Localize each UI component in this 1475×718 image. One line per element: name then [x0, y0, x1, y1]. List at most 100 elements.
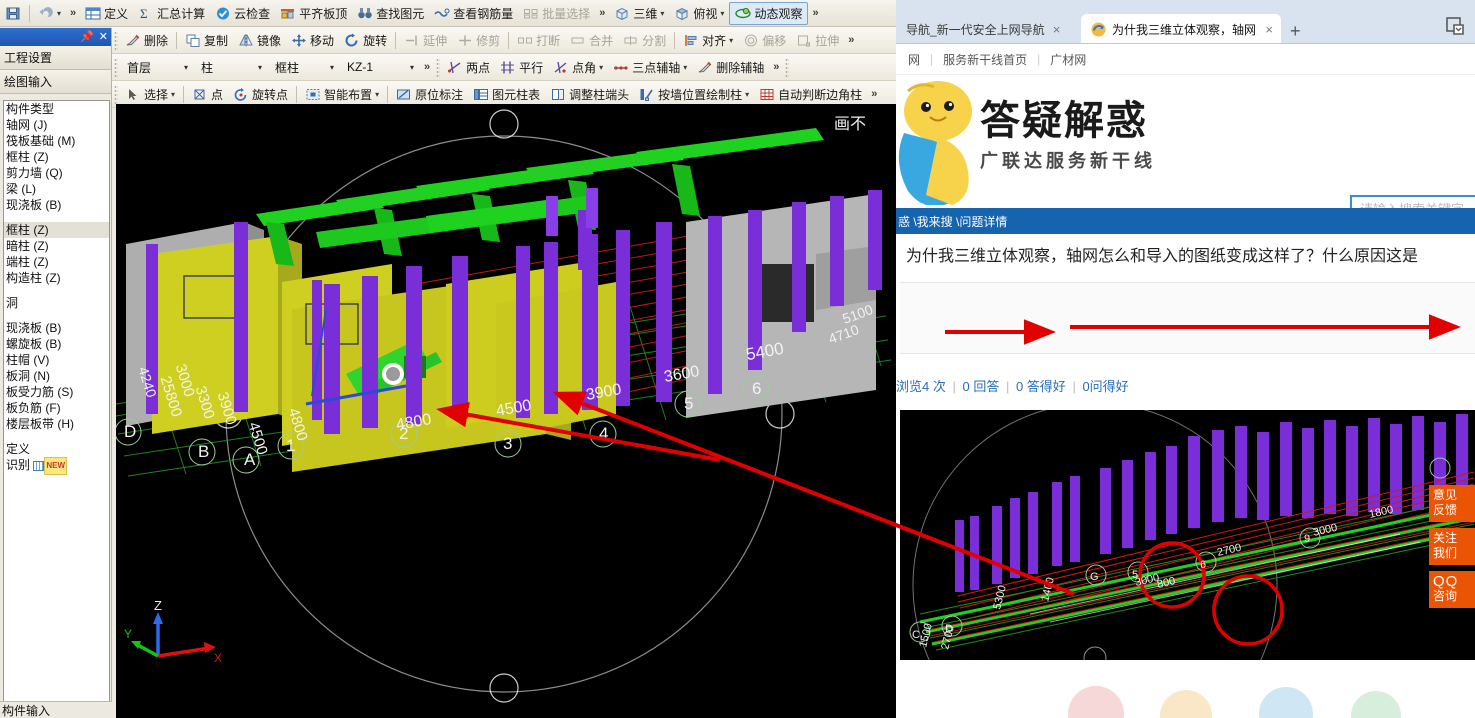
- tree-item-axis-net[interactable]: 轴网 (J): [4, 117, 109, 133]
- tree-item-frame-column-1[interactable]: 框柱 (Z): [4, 149, 109, 165]
- toolbar-grip[interactable]: [114, 84, 118, 104]
- close-icon[interactable]: ✕: [99, 31, 108, 43]
- toolbar-item-view-rebar-qty[interactable]: 查看钢筋量: [429, 2, 518, 25]
- subtype-select[interactable]: 框柱 ▾: [268, 58, 338, 77]
- toolbar-item-merge[interactable]: 合并: [565, 29, 618, 52]
- toolbar-item-offset[interactable]: 偏移: [738, 29, 791, 52]
- chevron-down-icon[interactable]: ▾: [599, 63, 603, 72]
- feedback-widget[interactable]: 意见 反馈: [1429, 485, 1475, 522]
- undo-caret[interactable]: ▾: [57, 9, 61, 18]
- tree-item-floor-slab-band[interactable]: 楼层板带 (H): [4, 416, 109, 432]
- tree-item-slab-negative-rebar[interactable]: 板负筋 (F): [4, 400, 109, 416]
- topbar-link-gcw[interactable]: 广材网: [1040, 51, 1096, 68]
- toolbar-item-mirror[interactable]: 镜像: [233, 29, 286, 52]
- close-icon[interactable]: ×: [1053, 22, 1061, 37]
- toolbar-item-stretch[interactable]: 拉伸: [791, 29, 844, 52]
- toolbar-item-draw-column-by-wall[interactable]: 按墙位置绘制柱 ▾: [634, 83, 754, 106]
- tree-item-shear-wall[interactable]: 剪力墙 (Q): [4, 165, 109, 181]
- tree-item-raft-foundation[interactable]: 筏板基础 (M): [4, 133, 109, 149]
- qq-widget[interactable]: QQ 咨询: [1429, 571, 1475, 608]
- chevron-down-icon[interactable]: ▾: [184, 63, 188, 72]
- ribbon-overflow-2[interactable]: »: [844, 34, 858, 46]
- tree-item-beam[interactable]: 梁 (L): [4, 181, 109, 197]
- toolbar-item-top-view[interactable]: 俯视 ▾: [669, 2, 729, 25]
- chevron-down-icon[interactable]: ▾: [410, 63, 414, 72]
- category-select[interactable]: 柱 ▾: [194, 58, 266, 77]
- toolbar-item-cloud-check[interactable]: 云检查: [210, 2, 275, 25]
- ribbon-overflow-1b[interactable]: »: [808, 7, 822, 19]
- toolbar-item-rotate-point[interactable]: 旋转点: [228, 83, 293, 106]
- pin-icon[interactable]: 📌: [80, 31, 94, 43]
- toolbar-item-batch-select[interactable]: 批量选择: [518, 2, 595, 25]
- chevron-down-icon[interactable]: ▾: [729, 36, 733, 45]
- toolbar-item-in-situ-annotation[interactable]: 原位标注: [391, 83, 468, 106]
- follow-widget[interactable]: 关注 我们: [1429, 528, 1475, 565]
- toolbar-grip[interactable]: [114, 30, 118, 50]
- tree-item-spiral-slab[interactable]: 螺旋板 (B): [4, 336, 109, 352]
- toolbar-item-3d-view[interactable]: 三维 ▾: [609, 2, 669, 25]
- toolbar-item-delete[interactable]: 删除: [120, 29, 173, 52]
- dock-button-project-settings[interactable]: 工程设置: [0, 46, 111, 70]
- close-icon[interactable]: ×: [1265, 22, 1273, 37]
- tree-item-slab-main-rebar[interactable]: 板受力筋 (S): [4, 384, 109, 400]
- new-tab-button[interactable]: +: [1281, 18, 1310, 44]
- ribbon-overflow-3b[interactable]: »: [769, 61, 783, 73]
- toolbar-item-select[interactable]: 选择 ▾: [120, 83, 180, 106]
- chevron-down-icon[interactable]: ▾: [745, 90, 749, 99]
- tree-item-cast-slab-2[interactable]: 现浇板 (B): [4, 320, 109, 336]
- toolbar-item-three-point-aux-axis[interactable]: 三点辅轴 ▾: [608, 56, 692, 79]
- toolbar-item-delete-aux-axis[interactable]: 删除辅轴: [692, 56, 769, 79]
- tree-item-frame-column-selected[interactable]: 框柱 (Z): [4, 222, 109, 238]
- tree-item-slab-hole[interactable]: 板洞 (N): [4, 368, 109, 384]
- toolbar-item-extend[interactable]: 延伸: [399, 29, 452, 52]
- chevron-down-icon[interactable]: ▾: [375, 90, 379, 99]
- floor-select[interactable]: 首层 ▾: [120, 58, 192, 77]
- browser-tab-navigation[interactable]: 导航_新一代安全上网导航 ×: [896, 14, 1081, 44]
- member-select[interactable]: KZ-1 ▾: [340, 58, 418, 77]
- cad-3d-viewport[interactable]: Z X Y 4800 4500 3900 3600 5400 4500 4800…: [116, 104, 896, 718]
- tree-item-opening[interactable]: 洞: [4, 295, 109, 311]
- toolbar-grip[interactable]: [114, 57, 118, 77]
- toolbar-grip[interactable]: [436, 57, 441, 77]
- ribbon-overflow-3[interactable]: »: [420, 61, 434, 73]
- restore-window-icon[interactable]: [1445, 16, 1467, 36]
- save-button[interactable]: [0, 2, 26, 25]
- topbar-link-home[interactable]: 服务新干线首页: [933, 51, 1037, 68]
- toolbar-item-copy[interactable]: 复制: [180, 29, 233, 52]
- chevron-down-icon[interactable]: ▾: [683, 63, 687, 72]
- undo-button[interactable]: ▾: [33, 2, 66, 25]
- browser-tab-question[interactable]: 为什我三维立体观察，轴网怎么和 ×: [1081, 14, 1281, 44]
- toolbar-item-find-element[interactable]: 查找图元: [352, 2, 429, 25]
- chevron-down-icon[interactable]: ▾: [258, 63, 262, 72]
- tree-item-cast-slab-1[interactable]: 现浇板 (B): [4, 197, 109, 213]
- toolbar-item-parallel-axis[interactable]: 平行: [495, 56, 548, 79]
- topbar-link-0[interactable]: 网: [898, 51, 930, 68]
- chevron-down-icon[interactable]: ▾: [171, 90, 175, 99]
- tree-item-end-column[interactable]: 端柱 (Z): [4, 254, 109, 270]
- ribbon-overflow-4[interactable]: »: [867, 88, 881, 100]
- toolbar-item-align[interactable]: 对齐 ▾: [678, 29, 738, 52]
- tree-item-recognize[interactable]: 识别 NEW: [4, 457, 109, 475]
- ribbon-overflow-left[interactable]: »: [66, 7, 80, 19]
- toolbar-item-flush-slab-top[interactable]: 平齐板顶: [275, 2, 352, 25]
- tree-item-structural-column[interactable]: 构造柱 (Z): [4, 270, 109, 286]
- chevron-down-icon[interactable]: ▾: [720, 9, 724, 18]
- toolbar-grip[interactable]: [785, 57, 790, 77]
- toolbar-item-summary-calc[interactable]: Σ 汇总计算: [133, 2, 210, 25]
- tree-item-column-cap[interactable]: 柱帽 (V): [4, 352, 109, 368]
- tree-item-define[interactable]: 定义: [4, 441, 109, 457]
- component-type-tree[interactable]: 构件类型 轴网 (J) 筏板基础 (M) 框柱 (Z) 剪力墙 (Q) 梁 (L…: [3, 100, 110, 712]
- toolbar-item-point[interactable]: 点: [187, 83, 228, 106]
- dock-button-drawing-input[interactable]: 绘图输入: [0, 70, 111, 94]
- toolbar-item-split[interactable]: 分割: [618, 29, 671, 52]
- toolbar-item-move[interactable]: 移动: [286, 29, 339, 52]
- toolbar-item-break[interactable]: 打断: [512, 29, 565, 52]
- toolbar-item-define[interactable]: 定义: [80, 2, 133, 25]
- ribbon-overflow-1[interactable]: »: [595, 7, 609, 19]
- chevron-down-icon[interactable]: ▾: [330, 63, 334, 72]
- chevron-down-icon[interactable]: ▾: [660, 9, 664, 18]
- tree-item-hidden-column[interactable]: 暗柱 (Z): [4, 238, 109, 254]
- toolbar-item-two-point-axis[interactable]: 两点: [442, 56, 495, 79]
- toolbar-item-point-angle[interactable]: 点角 ▾: [548, 56, 608, 79]
- toolbar-item-adjust-column-end[interactable]: 调整柱端头: [545, 83, 634, 106]
